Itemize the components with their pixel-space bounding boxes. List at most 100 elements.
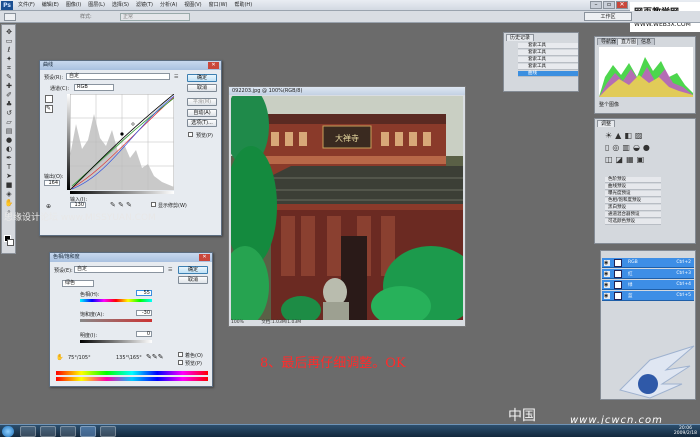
- type-tool-icon[interactable]: T: [4, 163, 14, 171]
- style-field[interactable]: 正常: [120, 13, 190, 21]
- channel-row[interactable]: ◉ 红 Ctrl+3: [602, 269, 694, 279]
- preset-hue-saturation[interactable]: 色相/饱和度预设: [605, 198, 661, 204]
- curves-cancel-button[interactable]: 取消: [187, 84, 217, 92]
- history-step[interactable]: 套索工具: [518, 64, 578, 70]
- adjustment-icons-row1[interactable]: ☀▲◧▨: [605, 131, 645, 140]
- magic-wand-icon[interactable]: ✦: [4, 55, 14, 63]
- curves-smooth-button[interactable]: 平滑(M): [187, 98, 217, 106]
- lightness-value-field[interactable]: 0: [136, 331, 152, 337]
- curve-display-options-icon[interactable]: ⊕: [46, 203, 51, 210]
- hue-preview-checkbox[interactable]: [178, 360, 183, 365]
- tool-preset-picker[interactable]: [4, 13, 16, 21]
- menu-help[interactable]: 帮助(H): [234, 0, 252, 11]
- eyedropper-icon[interactable]: ✎ ✎ ✎: [110, 201, 132, 209]
- menu-image[interactable]: 图像(I): [66, 0, 81, 11]
- menu-view[interactable]: 视图(V): [184, 0, 201, 11]
- taskbar-app-other[interactable]: [100, 426, 116, 437]
- menu-window[interactable]: 窗口(W): [209, 0, 228, 11]
- preset-curves[interactable]: 曲线预设: [605, 184, 661, 190]
- targeted-adjust-icon[interactable]: ✋: [56, 354, 63, 361]
- menu-select[interactable]: 选择(S): [112, 0, 129, 11]
- preset-channel-mixer[interactable]: 通道混合器预设: [605, 212, 661, 218]
- preset-selective-color[interactable]: 可选颜色预设: [605, 219, 661, 225]
- eyedropper-tool-icon[interactable]: ✎: [4, 73, 14, 81]
- shape-tool-icon[interactable]: ■: [4, 181, 14, 189]
- curves-channel-select[interactable]: RGB: [74, 84, 114, 91]
- preset-black-white[interactable]: 黑白预设: [605, 205, 661, 211]
- pen-curve-icon[interactable]: ✎: [45, 105, 53, 113]
- move-tool-icon[interactable]: ✥: [4, 28, 14, 36]
- edit-range-select[interactable]: 绿色: [62, 280, 94, 287]
- adjustment-icons-row3[interactable]: ◫◪▦▣: [605, 155, 647, 164]
- taskbar-app-explorer[interactable]: [40, 426, 56, 437]
- lasso-tool-icon[interactable]: ℓ: [4, 46, 14, 54]
- eyedropper-icon[interactable]: ✎✎✎: [146, 353, 164, 361]
- eye-icon[interactable]: ◉: [604, 293, 610, 299]
- output-value-field[interactable]: 164: [44, 180, 60, 186]
- blur-tool-icon[interactable]: ●: [4, 136, 14, 144]
- hue-ok-button[interactable]: 确定: [178, 266, 208, 274]
- channel-row[interactable]: ◉ 绿 Ctrl+4: [602, 280, 694, 290]
- eye-icon[interactable]: ◉: [604, 271, 610, 277]
- hand-tool-icon[interactable]: ✋: [4, 199, 14, 207]
- gradient-tool-icon[interactable]: ▤: [4, 127, 14, 135]
- preset-options-icon[interactable]: ☰: [174, 74, 178, 80]
- hue-cancel-button[interactable]: 取消: [178, 276, 208, 284]
- pen-tool-icon[interactable]: ✒: [4, 154, 14, 162]
- curves-ok-button[interactable]: 确定: [187, 74, 217, 82]
- input-value-field[interactable]: 130: [70, 202, 86, 208]
- curves-preset-select[interactable]: 自定: [66, 73, 170, 80]
- history-brush-icon[interactable]: ↺: [4, 109, 14, 117]
- brush-tool-icon[interactable]: ✐: [4, 91, 14, 99]
- adjustments-tab[interactable]: 调整: [597, 120, 616, 127]
- minimize-icon[interactable]: –: [590, 1, 602, 9]
- taskbar-app-media[interactable]: [60, 426, 76, 437]
- close-icon[interactable]: ✕: [208, 62, 219, 69]
- saturation-slider-track[interactable]: [80, 319, 152, 322]
- channel-row[interactable]: ◉ RGB Ctrl+2: [602, 258, 694, 268]
- history-step[interactable]: 套索工具: [518, 57, 578, 63]
- show-clipping-checkbox[interactable]: [151, 202, 156, 207]
- curve-point-tool-icon[interactable]: [45, 95, 53, 103]
- hue-preset-select[interactable]: 自定: [74, 266, 164, 273]
- menu-layer[interactable]: 图层(L): [88, 0, 105, 11]
- path-select-icon[interactable]: ➤: [4, 172, 14, 180]
- history-step-current[interactable]: 曲线: [518, 71, 578, 77]
- stamp-tool-icon[interactable]: ♣: [4, 100, 14, 108]
- hue-slider-track[interactable]: [80, 299, 152, 302]
- curves-preview-checkbox[interactable]: [188, 132, 193, 137]
- info-tab[interactable]: 信息: [637, 38, 656, 45]
- close-icon[interactable]: ✕: [616, 1, 628, 9]
- curves-graph[interactable]: [70, 94, 174, 190]
- menu-edit[interactable]: 编辑(E): [42, 0, 59, 11]
- eye-icon[interactable]: ◉: [604, 282, 610, 288]
- menu-analysis[interactable]: 分析(A): [160, 0, 177, 11]
- background-color-swatch[interactable]: [7, 239, 14, 246]
- curves-options-button[interactable]: 选项(T)...: [187, 119, 217, 127]
- windows-start-icon[interactable]: [2, 426, 14, 437]
- eye-icon[interactable]: ◉: [604, 260, 610, 266]
- history-step[interactable]: 套索工具: [518, 50, 578, 56]
- workspace-button[interactable]: 工作区: [584, 12, 632, 21]
- maximize-icon[interactable]: ▫: [603, 1, 615, 9]
- healing-tool-icon[interactable]: ✚: [4, 82, 14, 90]
- history-tab[interactable]: 历史记录: [506, 34, 535, 41]
- 3d-tool-icon[interactable]: ◈: [4, 190, 14, 198]
- close-icon[interactable]: ✕: [199, 254, 210, 261]
- zoom-level[interactable]: 100%: [231, 320, 244, 325]
- menu-filter[interactable]: 滤镜(T): [136, 0, 153, 11]
- saturation-value-field[interactable]: -30: [136, 310, 152, 316]
- crop-tool-icon[interactable]: ⌗: [4, 64, 14, 72]
- channel-row[interactable]: ◉ 蓝 Ctrl+5: [602, 291, 694, 301]
- curves-auto-button[interactable]: 自动(A): [187, 109, 217, 117]
- colorize-checkbox[interactable]: [178, 352, 183, 357]
- preset-options-icon[interactable]: ☰: [168, 267, 172, 273]
- preset-exposure[interactable]: 曝光度预设: [605, 191, 661, 197]
- dodge-tool-icon[interactable]: ◐: [4, 145, 14, 153]
- adjustment-icons-row2[interactable]: ▯◎▥◒●: [605, 143, 653, 152]
- temple-photo[interactable]: 大禅寺: [231, 96, 463, 320]
- taskbar-app-photoshop[interactable]: [80, 426, 96, 437]
- preset-levels[interactable]: 色阶预设: [605, 177, 661, 183]
- history-step[interactable]: 套索工具: [518, 43, 578, 49]
- menu-file[interactable]: 文件(F): [18, 0, 35, 11]
